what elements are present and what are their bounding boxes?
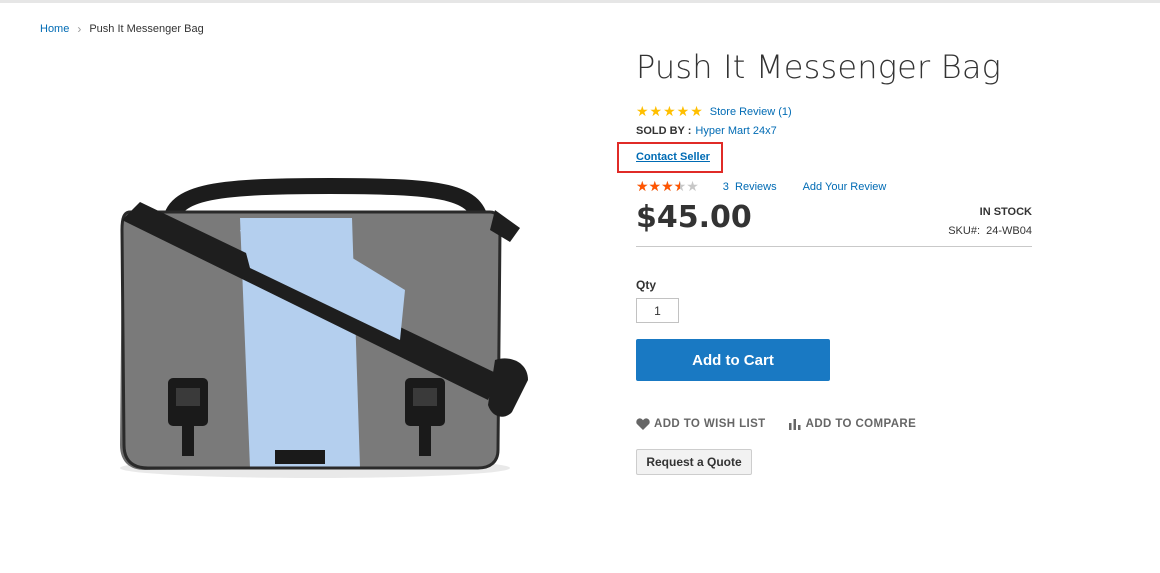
reviews-label-link[interactable]: Reviews — [735, 181, 777, 193]
breadcrumb: Home › Push It Messenger Bag — [40, 22, 204, 36]
product-title: Push It Messenger Bag — [636, 48, 1002, 86]
product-sku: SKU#: 24-WB04 — [948, 225, 1032, 237]
stock-status: IN STOCK — [979, 206, 1032, 218]
store-rating-stars: ★★★★★ — [636, 103, 704, 119]
product-rating-row: ★★★★★★★★★★ 3 Reviews Add Your Review — [636, 178, 886, 195]
compare-icon — [788, 419, 801, 430]
chevron-right-icon: › — [77, 22, 82, 36]
request-quote-button[interactable]: Request a Quote — [636, 449, 752, 475]
breadcrumb-home-link[interactable]: Home — [40, 23, 69, 35]
breadcrumb-current: Push It Messenger Bag — [89, 23, 204, 35]
compare-label: ADD TO COMPARE — [805, 418, 917, 430]
sold-by-row: SOLD BY : Hyper Mart 24x7 — [636, 125, 777, 137]
sku-label: SKU#: — [948, 225, 981, 237]
product-image[interactable] — [100, 150, 550, 490]
add-to-cart-button[interactable]: Add to Cart — [636, 339, 830, 381]
reviews-count-number[interactable]: 3 — [723, 181, 729, 193]
reviews-count[interactable]: 3 Reviews — [723, 181, 777, 193]
qty-input[interactable] — [636, 298, 679, 323]
rating-fill: ★★★★★ — [636, 178, 680, 194]
seller-name-link[interactable]: Hyper Mart 24x7 — [695, 125, 776, 137]
add-to-compare-link[interactable]: ADD TO COMPARE — [788, 418, 917, 430]
sku-value: 24-WB04 — [986, 225, 1032, 237]
contact-seller-link[interactable]: Contact Seller — [636, 151, 710, 163]
price-divider — [636, 246, 1032, 247]
product-actions: ADD TO WISH LIST ADD TO COMPARE — [636, 418, 916, 430]
heart-icon — [636, 418, 650, 430]
top-border — [0, 0, 1160, 3]
store-review-link[interactable]: Store Review (1) — [710, 106, 792, 118]
add-to-wish-list-link[interactable]: ADD TO WISH LIST — [636, 418, 766, 430]
product-rating-stars[interactable]: ★★★★★★★★★★ — [636, 178, 699, 195]
wish-list-label: ADD TO WISH LIST — [654, 418, 766, 430]
messenger-bag-image — [120, 177, 528, 478]
product-price: $45.00 — [636, 200, 752, 235]
store-rating-row: ★★★★★ Store Review (1) — [636, 103, 792, 120]
sold-by-label: SOLD BY : — [636, 125, 692, 137]
add-your-review-link[interactable]: Add Your Review — [803, 181, 887, 193]
qty-label: Qty — [636, 278, 657, 292]
